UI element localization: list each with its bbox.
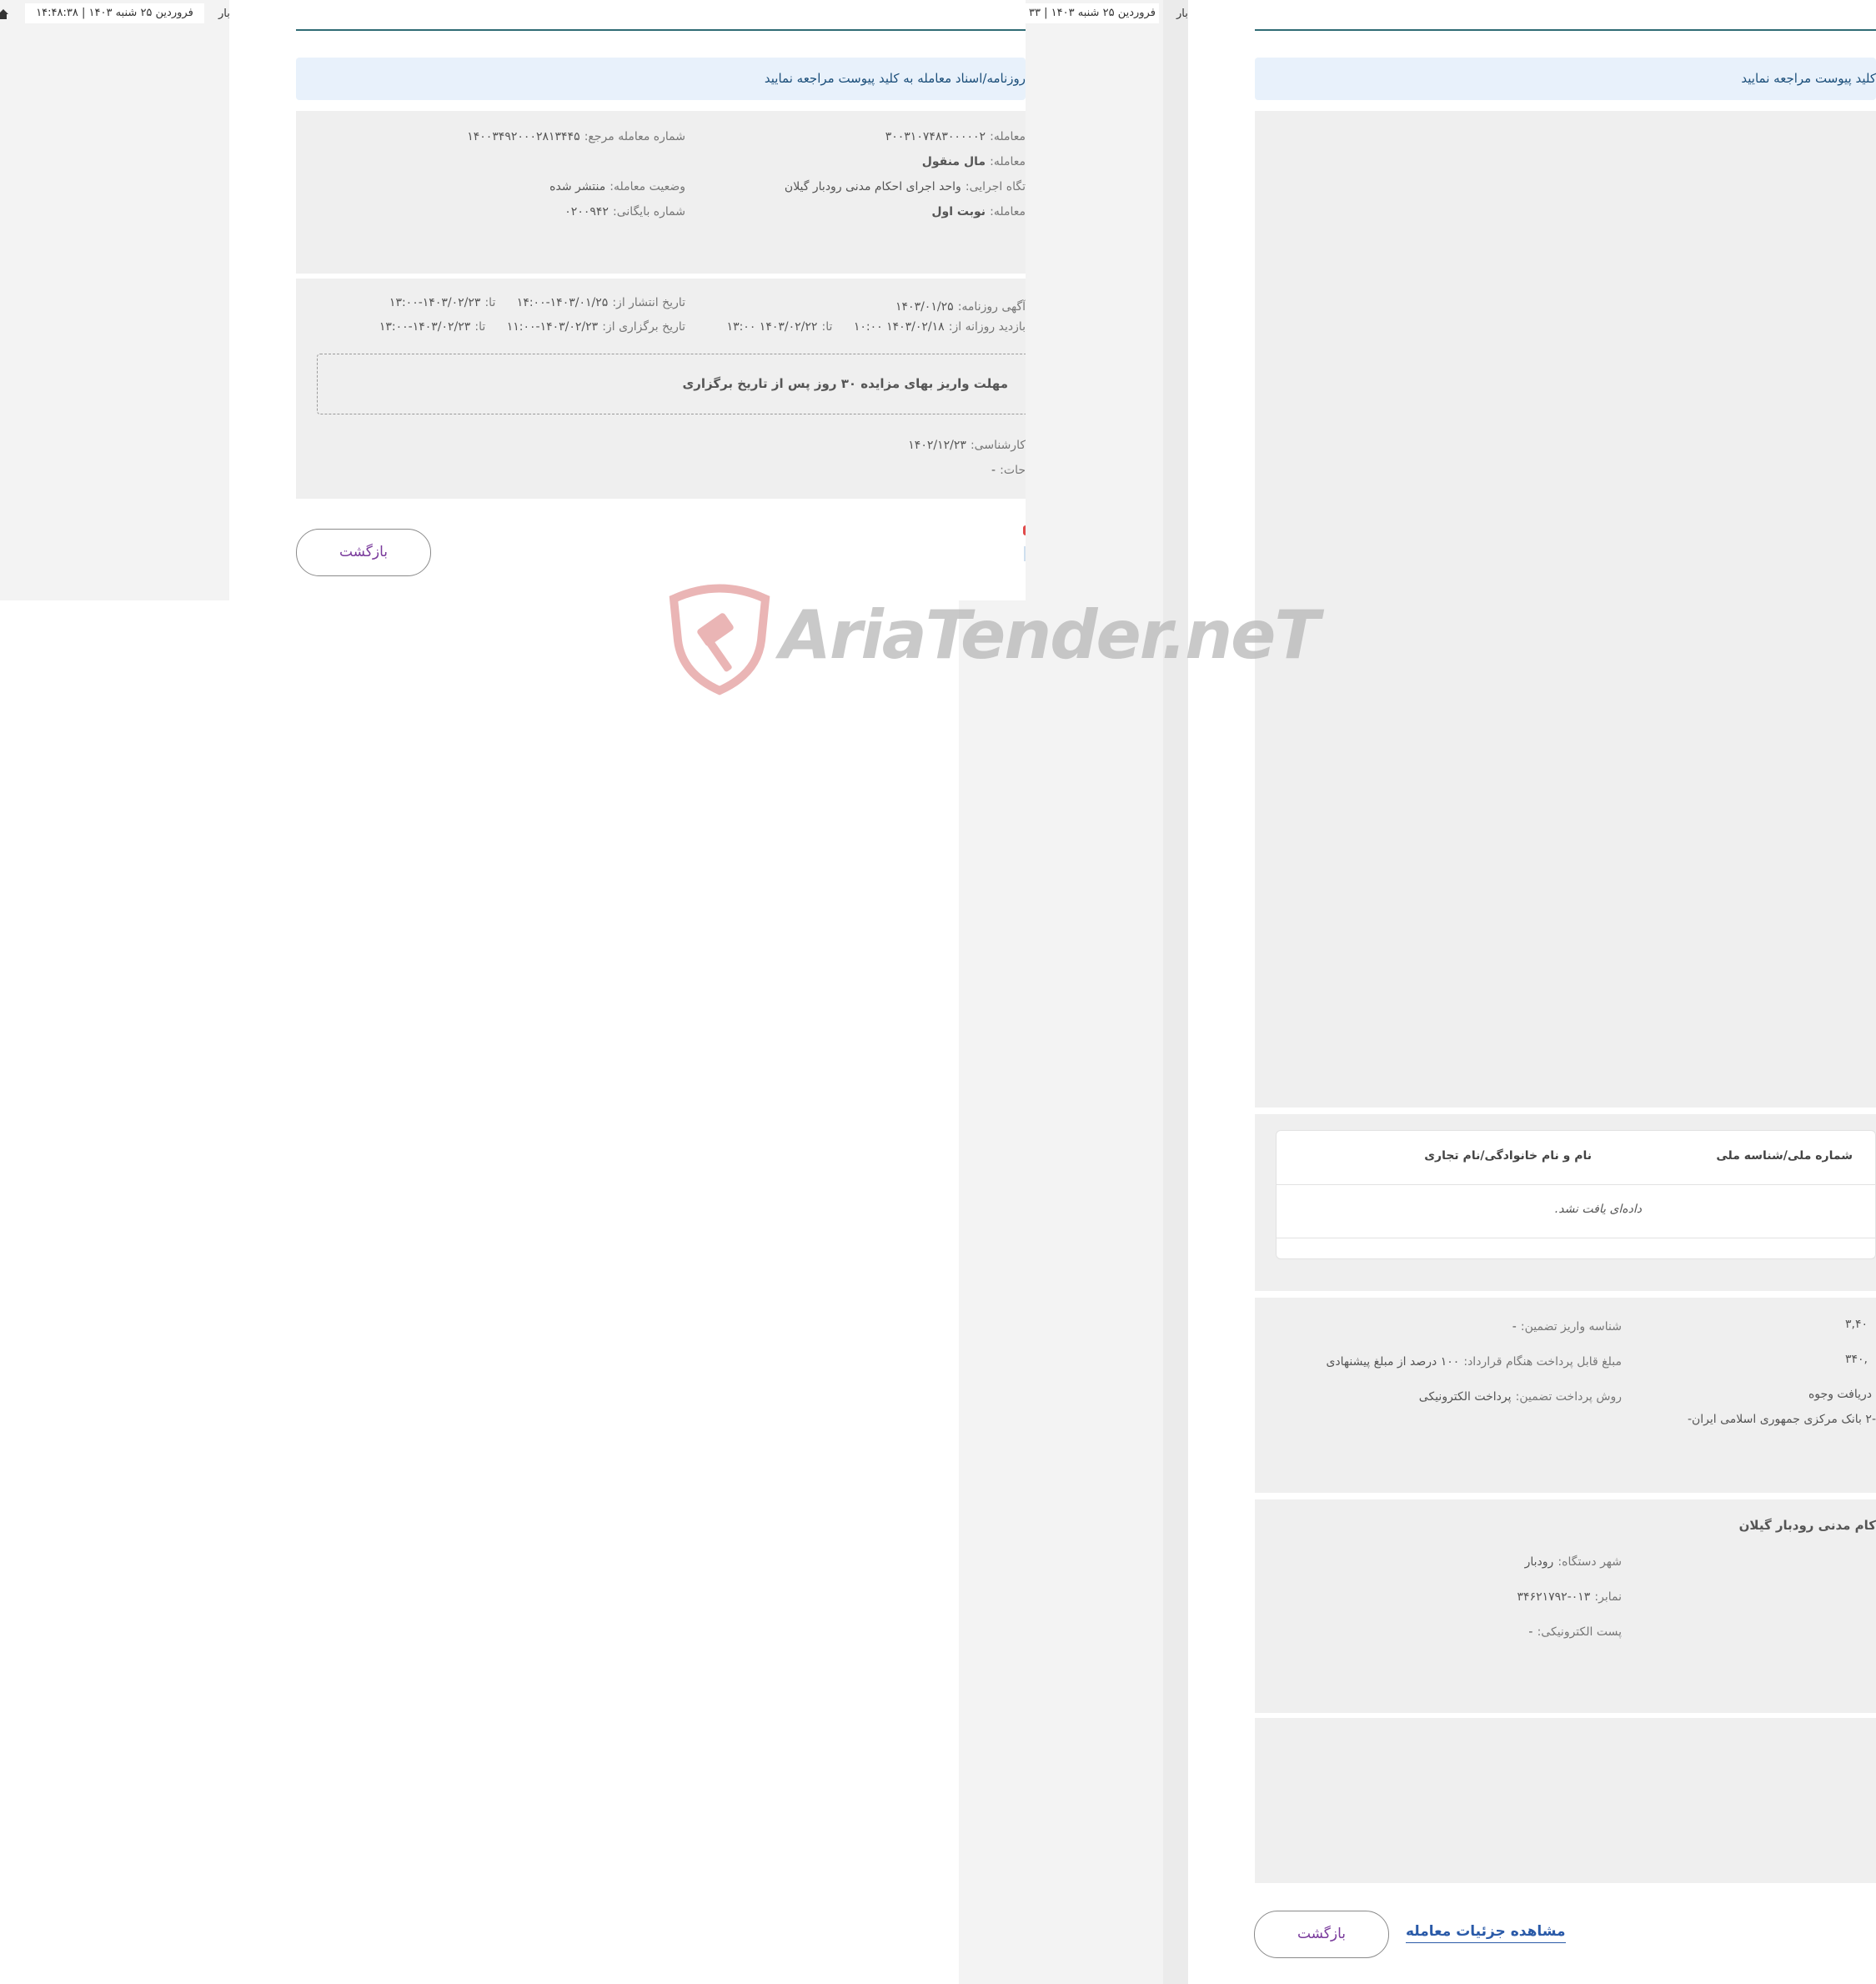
field-email: پست الکترونیکی: - <box>1528 1625 1622 1639</box>
date-publish: تاریخ انتشار از: ۱۴۰۳/۰۱/۲۵-۱۴:۰۰ تا: ۱۴… <box>389 296 685 309</box>
table-header-national-id: شماره ملی/شناسه ملی <box>1716 1149 1853 1163</box>
table-empty-message: داده‌ای یافت نشد. <box>1554 1203 1642 1216</box>
left-topbar: فروردین ۲۵ شنبه ۱۴۰۳ | ۱۴:۴۸:۳۸ <box>25 3 204 23</box>
right-header-divider <box>1255 29 1876 31</box>
home-icon[interactable] <box>0 7 8 19</box>
field-deal-subject: معامله: مال منقول <box>921 155 1026 168</box>
guarantee-receipt: دریافت وجوه <box>1808 1388 1872 1401</box>
right-topbar: فروردین ۲۵ شنبه ۱۴۰۳ | ۳۳ <box>1026 3 1159 23</box>
field-payment-method: روش پرداخت تضمین: پرداخت الکترونیکی <box>1418 1390 1622 1404</box>
ariatender-logo-icon <box>665 582 774 699</box>
field-archive-number: شماره بایگانی: ۰۲۰۰۹۴۲ <box>564 205 685 218</box>
left-header-divider <box>296 29 1026 31</box>
field-deal-round: معامله: نوبت اول <box>931 205 1026 218</box>
field-notes: حات: - <box>991 464 1026 477</box>
left-topbar-datetime: فروردین ۲۵ شنبه ۱۴۰۳ | ۱۴:۴۸:۳۸ <box>36 7 193 19</box>
field-city: شهر دستگاه: رودبار <box>1524 1555 1622 1569</box>
date-hold: تاریخ برگزاری از: ۱۴۰۳/۰۲/۲۳-۱۱:۰۰ تا: ۱… <box>379 320 685 334</box>
contact-org-name: کام مدنی رودبار گیلان <box>1738 1518 1876 1533</box>
field-deposit-id: شناسه واریز تضمین: - <box>1512 1320 1622 1334</box>
table-header-name: نام و نام خانوادگی/نام تجاری <box>1424 1149 1592 1163</box>
left-back-button[interactable]: بازگشت <box>296 529 431 576</box>
left-info-notice: روزنامه/اسناد معامله به کلید پیوست مراجع… <box>296 58 1026 100</box>
field-deal-status: وضعیت معامله: منتشر شده <box>549 180 685 193</box>
date-newspaper: آگهی روزنامه: ۱۴۰۳/۰۱/۲۵ <box>895 300 1026 314</box>
participants-table: شماره ملی/شناسه ملی نام و نام خانوادگی/ن… <box>1276 1130 1876 1259</box>
left-outer-strip <box>0 0 229 600</box>
date-visit: بازدید روزانه از: ۱۴۰۳/۰۲/۱۸ ۱۰:۰۰ تا: ۱… <box>726 320 1026 334</box>
field-fax: نمابر: ۰۱۳-۳۴۶۲۱۷۹۲ <box>1517 1590 1622 1604</box>
right-outer-strip <box>959 600 1188 1984</box>
watermark-text: AriaTender.neT <box>780 596 1320 674</box>
left-topbar-edge: بار <box>218 8 230 20</box>
view-deal-details-link[interactable]: مشاهده جزئیات معامله <box>1406 1923 1566 1943</box>
right-info-notice: کلید پیوست مراجعه نمایید <box>1255 58 1876 100</box>
guarantee-amount-2: ۳۴۰, <box>1845 1353 1868 1366</box>
right-info-panel <box>1255 111 1876 1108</box>
right-gap-darker <box>1163 0 1188 1984</box>
field-expert-date: کارشناسی: ۱۴۰۲/۱۲/۲۳ <box>908 439 1026 452</box>
right-extra-panel <box>1255 1718 1876 1883</box>
deposit-deadline-box: مهلت واریز بهای مزایده ۳۰ روز پس از تاری… <box>317 354 1042 414</box>
right-topbar-edge: بار <box>1176 8 1188 20</box>
table-header-divider <box>1277 1184 1876 1185</box>
field-executive: تگاه اجرایی: واحد اجرای احکام مدنی رودبا… <box>784 180 1026 193</box>
right-back-button[interactable]: بازگشت <box>1254 1911 1389 1958</box>
guarantee-amount-1: ۳,۴۰ <box>1845 1318 1868 1331</box>
field-deal-number: معامله: ۳۰۰۳۱۰۷۴۸۳۰۰۰۰۰۲ <box>885 130 1026 143</box>
guarantee-bank: -۲ بانک مرکزی جمهوری اسلامی ایران- <box>1687 1413 1876 1426</box>
field-contract-payment: مبلغ قابل پرداخت هنگام قرارداد: ۱۰۰ درصد… <box>1326 1355 1622 1369</box>
field-reference-number: شماره معامله مرجع: ۱۴۰۰۳۴۹۲۰۰۰۲۸۱۳۴۴۵ <box>467 130 685 143</box>
